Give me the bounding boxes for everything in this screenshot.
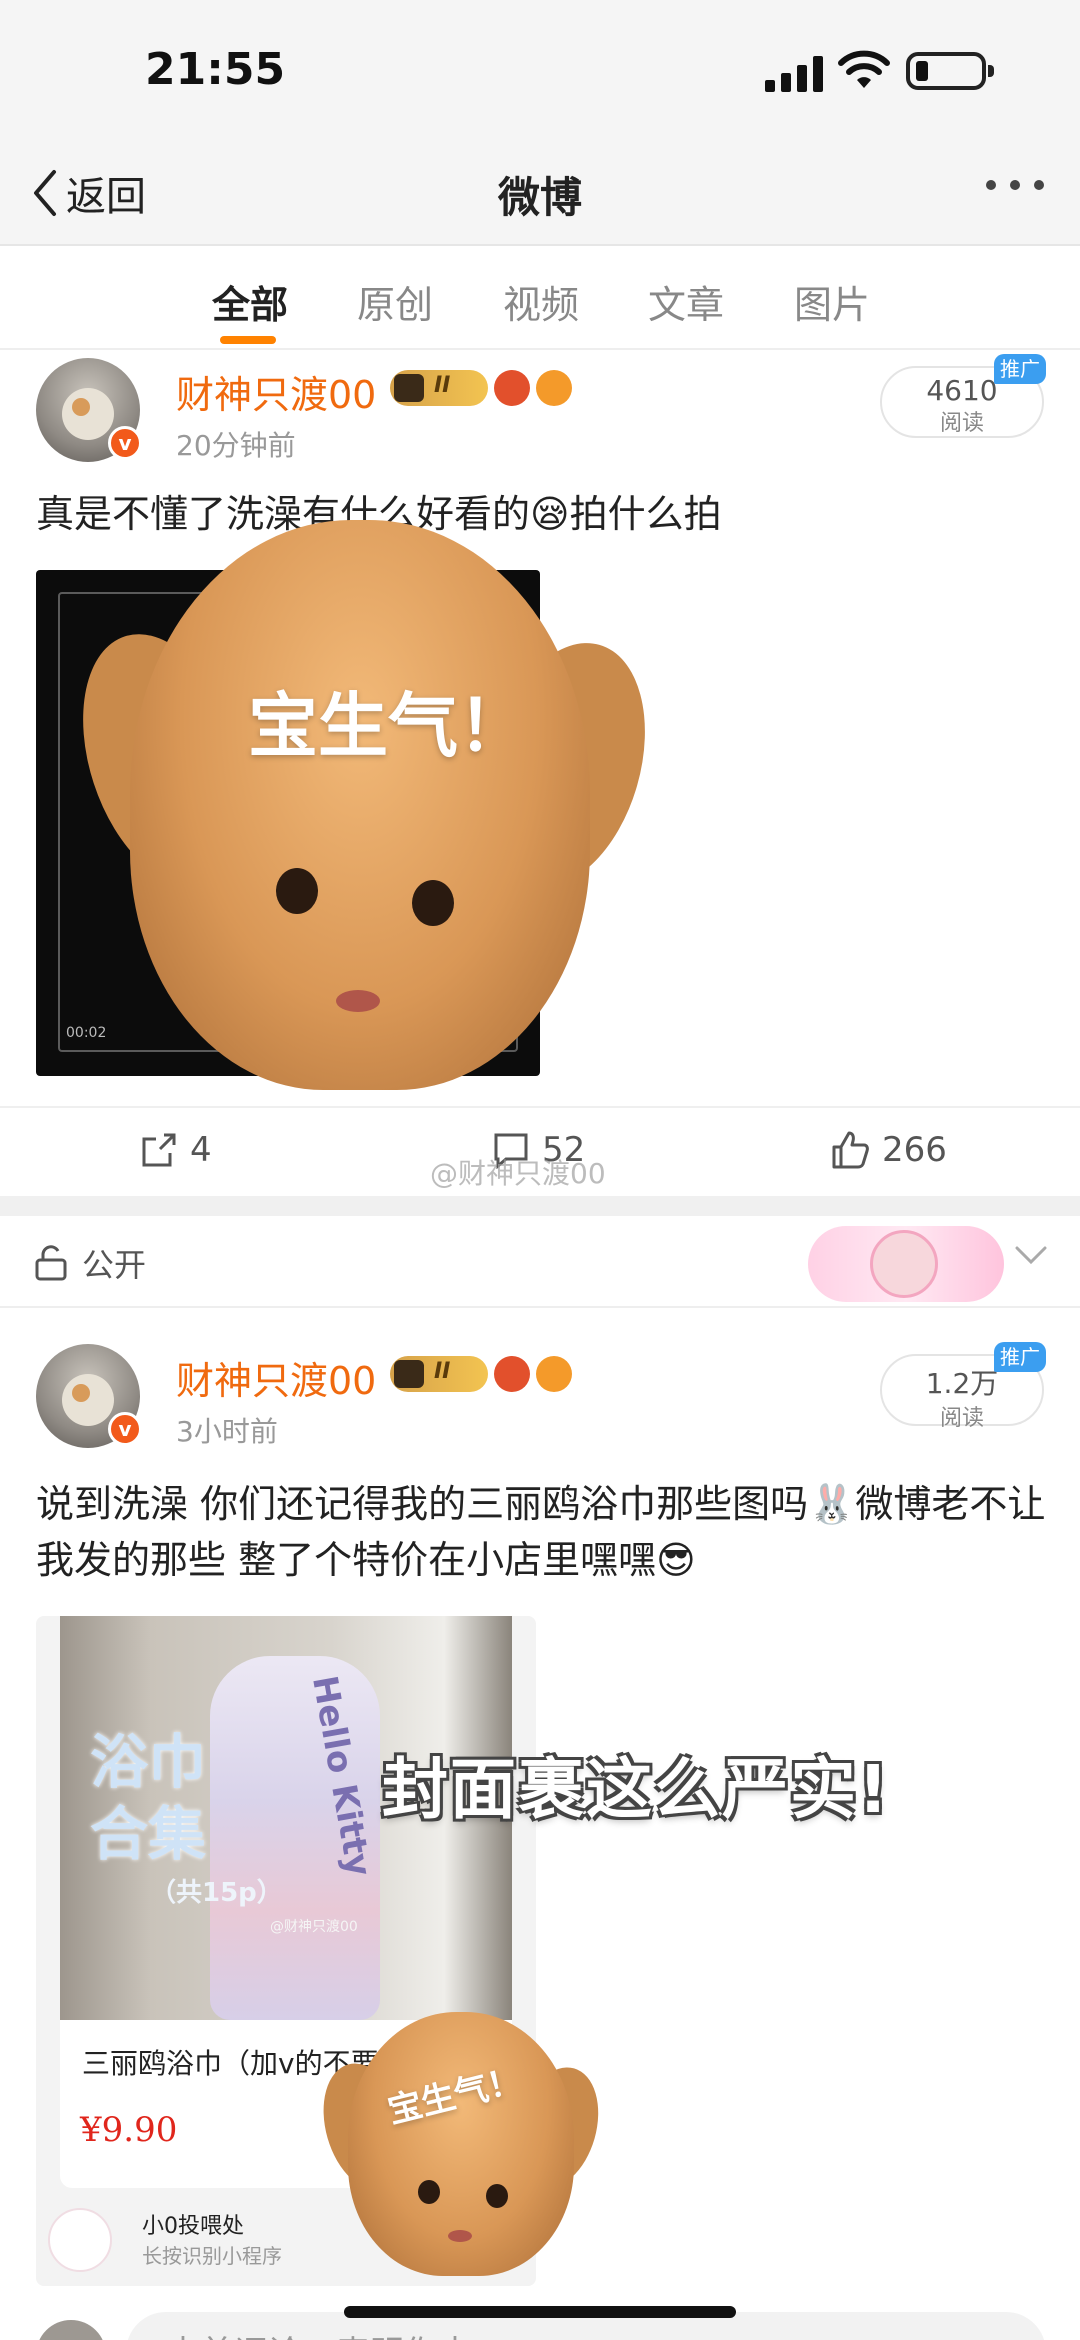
tab-video[interactable]: 视频 xyxy=(503,274,579,329)
tab-bar: 全部 原创 视频 文章 图片 xyxy=(0,248,1080,350)
tab-all[interactable]: 全部 xyxy=(212,274,288,329)
image-title: 浴巾 合集 xyxy=(90,1728,207,1868)
wifi-icon xyxy=(838,50,890,88)
fish-icon xyxy=(536,1356,572,1392)
weibo-watermark: @财神只渡00 xyxy=(430,1157,606,1190)
page-title: 微博 xyxy=(497,173,582,222)
product-price: ¥9.90 xyxy=(80,2110,178,2150)
visibility-setting[interactable]: 公开 xyxy=(34,1240,146,1286)
fish-icon xyxy=(536,370,572,406)
more-icon[interactable] xyxy=(986,180,1044,190)
status-bar: 21:55 xyxy=(0,0,1080,140)
hamster-sticker: 宝生气！ xyxy=(309,2012,612,2276)
overlay-caption: 封面裹这么严实! xyxy=(382,1751,891,1828)
shrimp-icon xyxy=(494,1356,530,1392)
anime-sticker xyxy=(808,1226,1004,1302)
shrimp-icon xyxy=(494,370,530,406)
tab-original[interactable]: 原创 xyxy=(357,274,433,329)
repost-button[interactable]: 4 xyxy=(140,1130,212,1170)
unlock-icon xyxy=(35,1245,67,1281)
sticker-caption: 宝生气！ xyxy=(248,685,528,767)
mini-program-avatar xyxy=(48,2208,112,2272)
signal-icon xyxy=(765,56,823,92)
post-time: 20分钟前 xyxy=(176,429,296,462)
home-indicator xyxy=(344,2306,736,2318)
tab-article[interactable]: 文章 xyxy=(648,274,724,329)
ad-badge: 推广 xyxy=(994,1342,1046,1372)
username[interactable]: 财神只渡00 xyxy=(176,364,376,419)
image-watermark: @财神只渡00 xyxy=(270,1919,358,1935)
vip-crown-icon: II xyxy=(390,1356,488,1392)
hamster-sticker: 宝生气！ xyxy=(53,520,672,1090)
ad-badge: 推广 xyxy=(994,354,1046,384)
mini-program-name: 小0投喂处 xyxy=(142,2214,244,2239)
mini-program-hint: 长按识别小程序 xyxy=(142,2244,282,2268)
post-text: 说到洗澡 你们还记得我的三丽鸥浴巾那些图吗🐰微博老不让我发的那些 整了个特价在小… xyxy=(36,1482,1046,1582)
top-nav: 返回 微博 xyxy=(0,140,1080,246)
thumbs-up-icon xyxy=(832,1131,869,1169)
image-subtitle: （共15p） xyxy=(150,1878,283,1908)
battery-icon xyxy=(906,52,994,90)
tab-indicator xyxy=(220,336,276,344)
post-time: 3小时前 xyxy=(176,1415,278,1448)
username[interactable]: 财神只渡00 xyxy=(176,1350,376,1405)
post-card: v 财神只渡00 II 3小时前 1.2万 阅读 推广 说到洗澡 你们还记得我的… xyxy=(0,1340,1080,1610)
tab-image[interactable]: 图片 xyxy=(794,274,870,329)
verified-icon: v xyxy=(108,1412,142,1446)
chevron-down-icon[interactable] xyxy=(1014,1244,1048,1266)
like-button[interactable]: 266 xyxy=(830,1130,947,1170)
my-avatar xyxy=(36,2320,106,2340)
visibility-bar: 公开 xyxy=(0,1216,1080,1308)
verified-icon: v xyxy=(108,426,142,460)
share-icon xyxy=(142,1133,176,1167)
vip-crown-icon: II xyxy=(390,370,488,406)
status-time: 21:55 xyxy=(145,44,286,95)
divider xyxy=(0,1196,1080,1216)
